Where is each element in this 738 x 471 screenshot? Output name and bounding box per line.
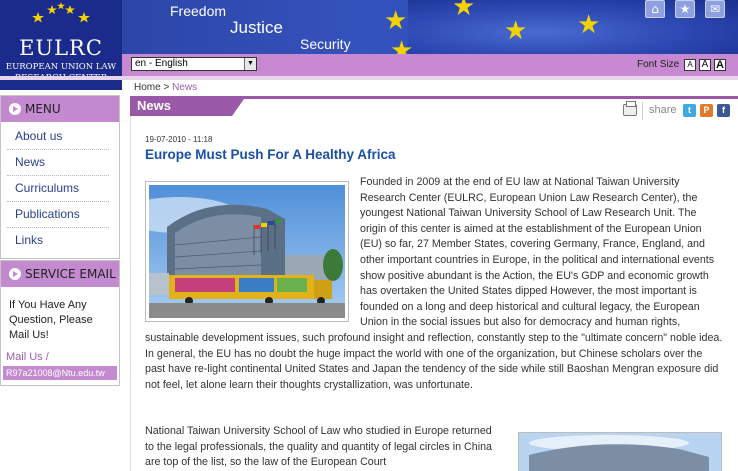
breadcrumb-home[interactable]: Home [134,82,161,93]
font-size-medium-button[interactable]: A [699,59,711,71]
logo-name: EULRC [19,36,103,60]
post-title[interactable]: Europe Must Push For A Healthy Africa [145,147,396,162]
mail-us-link[interactable]: Mail Us / [1,349,119,363]
service-email-header: SERVICE EMAIL [1,261,119,287]
chevron-down-icon[interactable]: ▼ [244,58,256,70]
font-size-small-button[interactable]: A [684,59,696,71]
section-title: News [130,96,246,116]
flag-star-icon: ★ [504,16,528,46]
star-icon[interactable]: ★ [675,0,695,18]
sidebar-item-publications[interactable]: Publications [7,202,109,228]
twitter-icon[interactable]: t [683,104,696,117]
email-address-link[interactable]: R97a21008@Ntu.edu.tw [3,366,117,380]
sidebar-item-curriculums[interactable]: Curriculums [7,176,109,202]
font-size-large-button[interactable]: A [714,59,726,71]
flag-star-icon: ★ [452,0,476,22]
article-paragraph: National Taiwan University School of Law… [145,425,492,469]
sidebar-item-about-us[interactable]: About us [7,124,109,150]
arrow-bullet-icon [9,268,21,280]
sidebar-item-news[interactable]: News [7,150,109,176]
service-email-panel: SERVICE EMAIL If You Have Any Question, … [0,260,120,386]
print-icon[interactable] [623,101,637,116]
menu-panel: MENU About us News Curriculums Publicati… [0,95,120,259]
font-size-label: Font Size [637,59,680,70]
banner-word-freedom: Freedom [170,3,227,19]
toolbar: en - English ▼ Font Size A A A [122,54,738,76]
facebook-icon[interactable]: f [717,104,730,117]
breadcrumb-separator: > [163,82,170,93]
language-select[interactable]: en - English ▼ [131,57,257,71]
breadcrumb: Home > News [134,82,197,93]
plurk-icon[interactable]: P [700,104,713,117]
sidebar-item-links[interactable]: Links [7,228,109,254]
divider [642,102,643,120]
flag-star-icon: ★ [390,36,414,54]
article-photo-2 [518,432,722,471]
logo-subtitle: EUROPEAN UNION LAW RESEARCH CENTER [5,62,117,83]
share-bar: share t P f [620,101,732,120]
post-date: 19-07-2010 - 11:18 [145,135,213,144]
breadcrumb-current: News [172,82,198,93]
flag-star-icon: ★ [384,6,408,36]
article-photo [145,181,349,322]
flag-star-icon: ★ [577,10,601,40]
home-icon[interactable]: ⌂ [645,0,665,18]
banner-word-justice: Justice [230,18,283,37]
header-divider [0,76,738,80]
mail-icon[interactable]: ✉ [705,0,725,18]
banner: ★ ★ ★ ★ ★ Freedom Justice Security ⌂ ★ ✉ [122,0,738,54]
share-label: share [649,104,677,116]
menu-header: MENU [1,96,119,122]
eu-stars-icon [32,2,90,23]
banner-word-security: Security [300,36,351,52]
arrow-bullet-icon [9,103,21,115]
service-email-text: If You Have Any Question, Please Mail Us… [9,299,93,341]
